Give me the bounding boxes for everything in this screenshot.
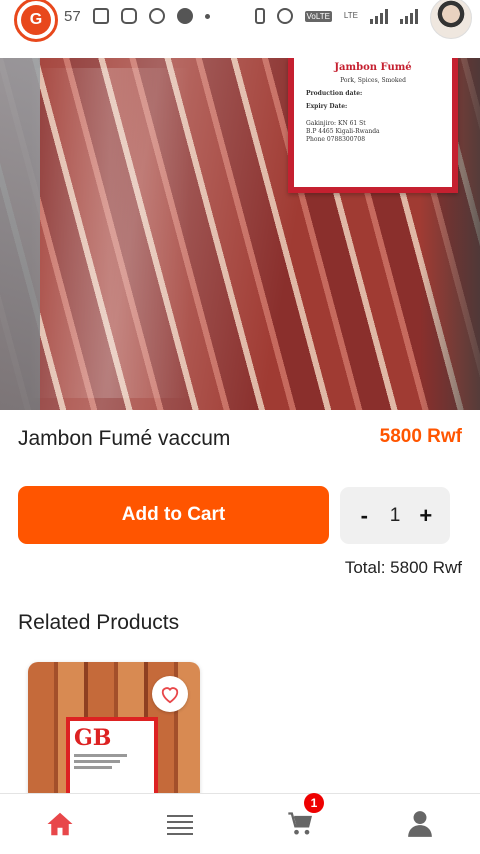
- add-to-cart-button[interactable]: Add to Cart: [18, 486, 329, 544]
- package-label-address: Gakinjiro: KN 61 St B.P 4465 Kigali-Rwan…: [306, 120, 440, 144]
- package-label-subtitle: Pork, Spices, Smoked: [340, 77, 406, 84]
- related-product-card[interactable]: GB: [28, 662, 200, 802]
- package-label-phone: Phone 0788300708: [306, 136, 366, 143]
- package-label-title: Jambon Fumé: [334, 62, 412, 73]
- signal-strength-2-icon: [400, 8, 418, 24]
- product-price: 5800 Rwf: [379, 426, 462, 447]
- nav-home[interactable]: [30, 799, 90, 849]
- status-bar: G 57 VoLTE LTE: [0, 0, 480, 42]
- signal-strength-icon: [370, 8, 388, 24]
- navigation-icon: [176, 8, 193, 24]
- package-label-address-1: Gakinjiro: KN 61 St: [306, 120, 366, 127]
- heart-icon: [161, 687, 179, 704]
- cart-count-badge: 1: [304, 793, 324, 813]
- product-image: Jambon Fumé Pork, Spices, Smoked Product…: [0, 58, 480, 410]
- cart-icon: [288, 812, 312, 835]
- related-product-brand: GB: [74, 725, 112, 751]
- menu-list-icon: [167, 815, 193, 835]
- app-logo: G: [14, 0, 58, 42]
- package-label-expiry: Expiry Date:: [306, 103, 348, 110]
- image-glare: [30, 68, 190, 398]
- cart-logo-icon: G: [21, 5, 51, 35]
- package-label-address-2: B.P 4465 Kigali-Rwanda: [306, 128, 380, 135]
- lte-label: LTE: [343, 11, 358, 20]
- download-icon: [148, 8, 165, 24]
- quantity-stepper: - 1 +: [340, 487, 450, 544]
- nav-categories[interactable]: [150, 799, 210, 849]
- status-bar-right: VoLTE LTE: [254, 0, 472, 39]
- user-icon: [408, 811, 432, 837]
- more-notifications-icon: [204, 13, 210, 19]
- bottom-navigation: 1: [0, 793, 480, 854]
- increment-button[interactable]: +: [415, 503, 437, 529]
- home-icon: [47, 812, 73, 836]
- volte-badge: VoLTE: [304, 10, 332, 22]
- package-label: Jambon Fumé Pork, Spices, Smoked Product…: [288, 58, 458, 193]
- nav-profile[interactable]: [390, 799, 450, 849]
- decrement-button[interactable]: -: [353, 503, 375, 529]
- favorite-button[interactable]: [152, 676, 188, 712]
- total-price: Total: 5800 Rwf: [344, 558, 462, 577]
- quantity-value: 1: [389, 504, 401, 526]
- profile-avatar[interactable]: [430, 0, 472, 39]
- product-detail-screen: G 57 VoLTE LTE Jambon Fumé Pork, Spices,…: [0, 0, 480, 854]
- related-product-label-lines: [74, 754, 150, 769]
- hotspot-icon: [276, 8, 293, 24]
- product-name: Jambon Fumé vaccum: [18, 427, 231, 450]
- status-bar-left: G 57: [14, 0, 210, 42]
- related-products-title: Related Products: [18, 611, 180, 634]
- instagram-icon: [92, 8, 109, 24]
- related-product-label: GB: [66, 717, 158, 802]
- youtube-icon: [120, 8, 137, 24]
- vibrate-icon: [254, 8, 265, 24]
- nav-cart[interactable]: 1: [270, 793, 330, 849]
- status-time: 57: [64, 7, 81, 25]
- package-label-production: Production date:: [306, 90, 363, 97]
